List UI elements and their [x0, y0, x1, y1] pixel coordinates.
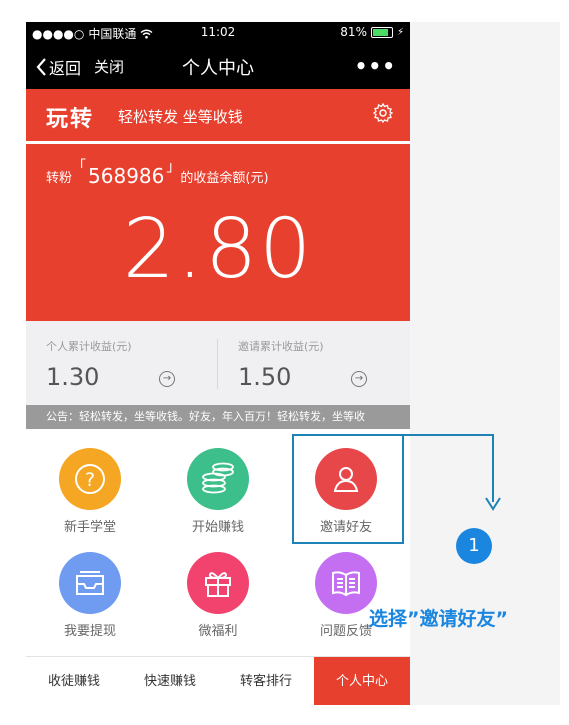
grid-item-start-earning[interactable]: 开始赚钱: [154, 448, 282, 535]
phone-screen: ●●●●○ 中国联通 11:02 81% ⚡ 返回 关闭 个人中心 ••• 玩转: [26, 22, 410, 705]
book-icon: [315, 552, 377, 614]
arrow-right-icon[interactable]: →: [159, 371, 175, 387]
arrow-right-icon[interactable]: →: [351, 371, 367, 387]
balance-panel: 转粉 「 568986 」 的收益余额(元) 2.80: [26, 144, 410, 321]
brand-bar: 玩转 轻松转发 坐等收钱: [26, 89, 410, 141]
stat-value: 1.30: [46, 363, 100, 391]
balance-label: 转粉 「 568986 」 的收益余额(元): [46, 159, 269, 188]
annotation-background: [410, 22, 560, 705]
battery-icon: [370, 26, 393, 38]
instruction-text: 选择”邀请好友”: [369, 608, 508, 630]
brand-slogan: 轻松转发 坐等收钱: [118, 108, 243, 126]
inbox-icon: [59, 552, 121, 614]
notice-banner: 公告：轻松转发，坐等收钱。好友，年入百万！轻松转发，坐等收: [26, 405, 410, 429]
bracket-close: 」: [166, 159, 181, 175]
charging-icon: ⚡: [396, 26, 404, 38]
earnings-stats: 个人累计收益(元) 1.30 → 邀请累计收益(元) 1.50 →: [26, 321, 410, 405]
user-id: 568986: [88, 164, 165, 188]
question-icon: ?: [59, 448, 121, 510]
battery-percent: 81%: [340, 25, 367, 39]
balance-prefix: 转粉: [46, 171, 73, 186]
gift-icon: [187, 552, 249, 614]
gear-icon[interactable]: [372, 102, 394, 124]
bracket-open: 「: [72, 159, 87, 175]
nav-bar: 返回 关闭 个人中心 •••: [26, 42, 410, 89]
tab-quick-earn[interactable]: 快速赚钱: [122, 657, 218, 705]
tab-recruit-earn[interactable]: 收徒赚钱: [26, 657, 122, 705]
balance-suffix: 的收益余额(元): [180, 171, 269, 186]
highlight-box: [292, 434, 404, 544]
more-icon[interactable]: •••: [355, 54, 396, 78]
page-title: 个人中心: [182, 58, 254, 79]
balance-amount: 2.80: [122, 202, 314, 297]
personal-earnings[interactable]: 个人累计收益(元) 1.30 →: [26, 321, 218, 405]
stat-label: 个人累计收益(元): [46, 340, 132, 353]
status-bar: ●●●●○ 中国联通 11:02 81% ⚡: [26, 22, 410, 42]
step-number-badge: 1: [456, 528, 492, 564]
brand-logo: 玩转: [46, 106, 95, 132]
tab-personal-center[interactable]: 个人中心: [314, 657, 410, 705]
grid-label: 新手学堂: [63, 520, 116, 535]
callout-arrow: [404, 434, 501, 511]
bottom-tab-bar: 收徒赚钱 快速赚钱 转客排行 个人中心: [26, 656, 410, 705]
stat-label: 邀请累计收益(元): [238, 340, 324, 353]
grid-label: 开始赚钱: [191, 520, 244, 535]
grid-item-beginner[interactable]: ? 新手学堂: [26, 448, 154, 535]
invite-earnings[interactable]: 邀请累计收益(元) 1.50 →: [218, 321, 410, 405]
grid-item-welfare[interactable]: 微福利: [154, 552, 282, 639]
svg-text:?: ?: [85, 469, 95, 491]
tab-ranking[interactable]: 转客排行: [218, 657, 314, 705]
grid-label: 微福利: [198, 624, 238, 639]
grid-item-withdraw[interactable]: 我要提现: [26, 552, 154, 639]
coins-icon: [187, 448, 249, 510]
stat-value: 1.50: [238, 363, 292, 391]
grid-label: 我要提现: [63, 624, 116, 639]
